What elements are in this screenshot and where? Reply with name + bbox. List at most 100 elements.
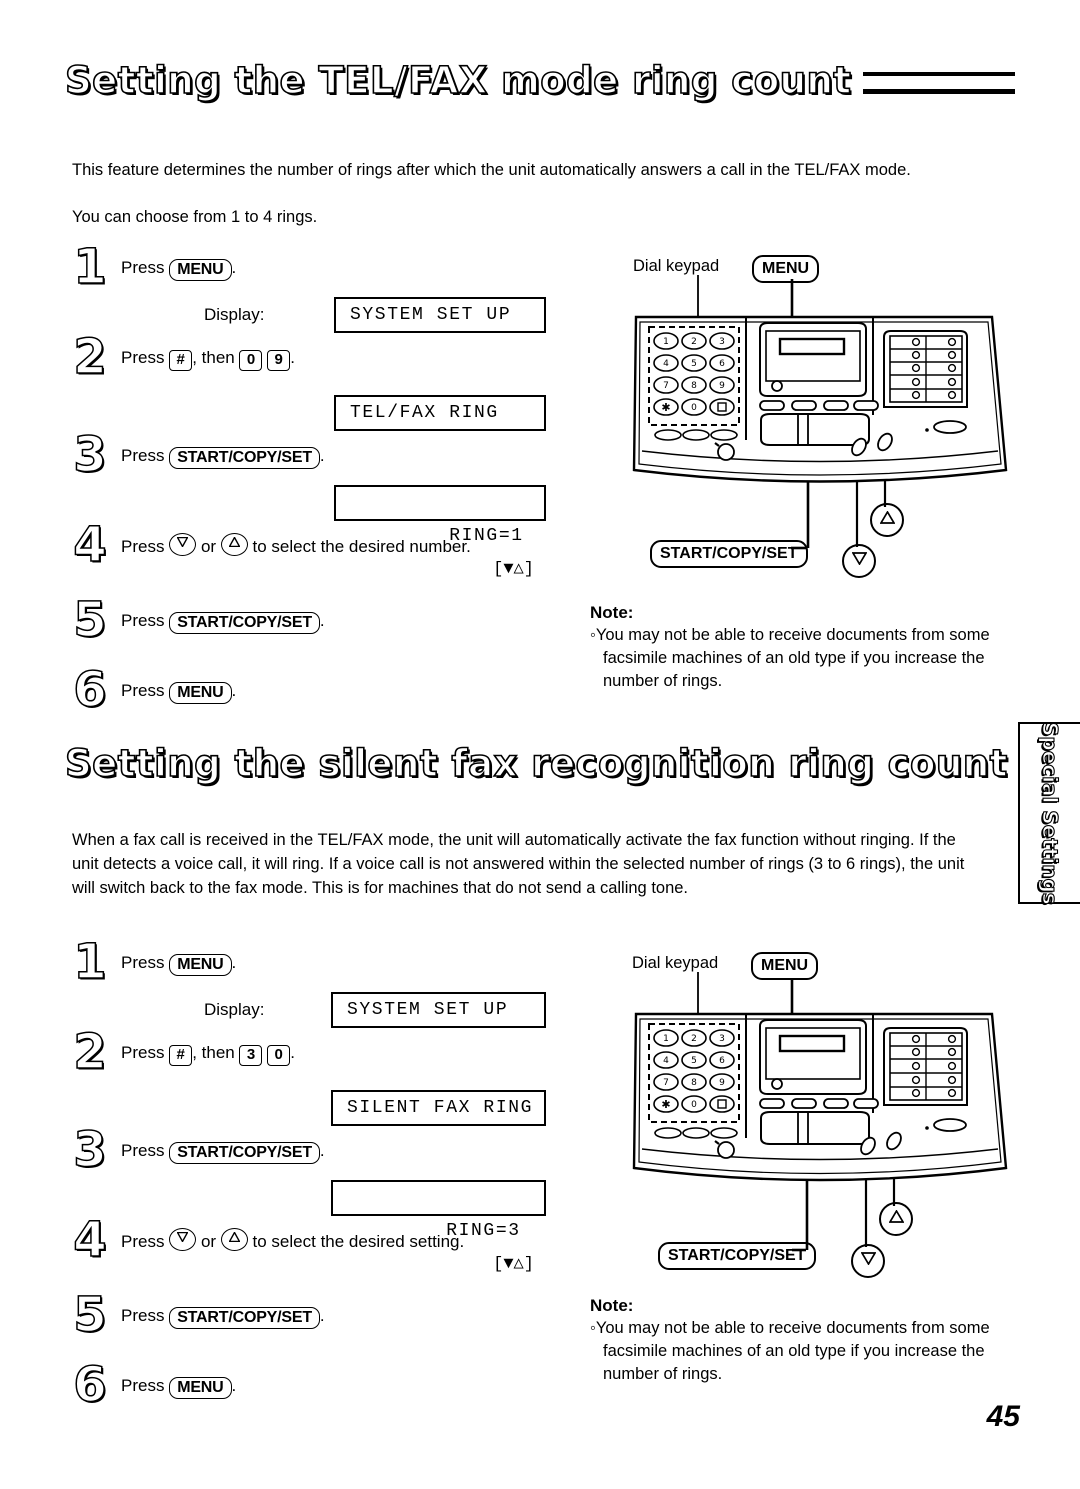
note-body: ◦You may not be able to receive document… bbox=[590, 626, 990, 690]
step-number: 2 bbox=[73, 1024, 108, 1080]
step-instruction: to select the desired setting. bbox=[252, 1232, 465, 1251]
step-number: 4 bbox=[73, 1212, 108, 1268]
side-tab-label: Special Settings bbox=[1037, 721, 1062, 905]
step-text: Press MENU. bbox=[121, 678, 606, 704]
press-word: Press bbox=[121, 537, 165, 556]
step-text: Press START/COPY/SET. bbox=[121, 443, 606, 469]
section-2-intro: When a fax call is received in the TEL/F… bbox=[72, 831, 965, 897]
step-text: Press #, then 0 9. bbox=[121, 345, 606, 371]
press-word: Press bbox=[121, 446, 165, 465]
step-number: 1 bbox=[73, 934, 108, 990]
menu-button[interactable]: MENU bbox=[169, 259, 232, 281]
step-2: 2 Press #, then 3 0. bbox=[66, 1027, 606, 1090]
section-2-heading: Setting the silent fax recognition ring … bbox=[64, 742, 1015, 785]
press-word: Press bbox=[121, 953, 165, 972]
note-block-2: Note: ◦You may not be able to receive do… bbox=[590, 1295, 990, 1386]
step-number: 2 bbox=[73, 329, 108, 385]
svg-text:8: 8 bbox=[691, 381, 697, 391]
or-word: or bbox=[200, 537, 217, 556]
fax-machine-diagram-1: Dial keypad MENU START/COPY/SET 1 2 3 4 … bbox=[620, 255, 1020, 578]
step-3: 3 Press START/COPY/SET. bbox=[66, 1125, 606, 1180]
display-row-2: SILENT FAX RING bbox=[66, 1090, 606, 1138]
display-label: Display: bbox=[204, 305, 265, 324]
lcd-display-2: TEL/FAX RING bbox=[334, 395, 546, 431]
step-text: Press MENU. bbox=[121, 1373, 606, 1399]
step-number: 6 bbox=[73, 662, 108, 718]
or-word: or bbox=[200, 1232, 217, 1251]
start-copy-set-button[interactable]: START/COPY/SET bbox=[169, 447, 320, 469]
svg-text:5: 5 bbox=[691, 359, 697, 369]
step-instruction: to select the desired number. bbox=[252, 537, 471, 556]
svg-text:3: 3 bbox=[719, 1034, 725, 1044]
step-text: Press MENU. bbox=[121, 950, 606, 976]
side-tab-special-settings: Special Settings bbox=[1018, 721, 1080, 905]
down-arrow-key[interactable] bbox=[169, 1228, 197, 1251]
step-text: Press or to select the desired number. bbox=[121, 533, 606, 560]
step-tail: . bbox=[319, 1141, 325, 1160]
hash-key[interactable]: # bbox=[169, 350, 193, 371]
svg-text:✱: ✱ bbox=[661, 1098, 670, 1111]
svg-text:7: 7 bbox=[663, 381, 669, 391]
page-number: 45 bbox=[986, 1400, 1020, 1433]
step-tail: . bbox=[319, 611, 325, 630]
digit-key-2[interactable]: 9 bbox=[267, 350, 291, 371]
svg-text:0: 0 bbox=[691, 1100, 697, 1110]
menu-button[interactable]: MENU bbox=[169, 1377, 232, 1399]
section-1-heading: Setting the TEL/FAX mode ring count bbox=[64, 61, 1015, 100]
step-3: 3 Press START/COPY/SET. bbox=[66, 430, 606, 485]
svg-text:6: 6 bbox=[719, 1056, 725, 1066]
digit-key-2[interactable]: 0 bbox=[267, 1045, 291, 1066]
svg-text:0: 0 bbox=[691, 403, 697, 413]
press-word: Press bbox=[121, 1306, 165, 1325]
digit-key-1[interactable]: 3 bbox=[239, 1045, 263, 1066]
hash-key[interactable]: # bbox=[169, 1045, 193, 1066]
step-6: 6 Press MENU. bbox=[66, 665, 606, 728]
step-text: Press or to select the desired setting. bbox=[121, 1228, 606, 1255]
digit-key-1[interactable]: 0 bbox=[239, 350, 263, 371]
up-arrow-key[interactable] bbox=[220, 1228, 248, 1251]
display-row-1: Display: SYSTEM SET UP bbox=[66, 992, 606, 1040]
svg-text:4: 4 bbox=[663, 359, 669, 369]
svg-text:3: 3 bbox=[719, 337, 725, 347]
section-2-steps: 1 Press MENU. Display: SYSTEM SET UP 2 P… bbox=[66, 937, 606, 1423]
start-copy-set-button[interactable]: START/COPY/SET bbox=[169, 612, 320, 634]
step-1: 1 Press MENU. bbox=[66, 242, 606, 297]
press-word: Press bbox=[121, 1376, 165, 1395]
svg-text:5: 5 bbox=[691, 1056, 697, 1066]
press-word: Press bbox=[121, 348, 165, 367]
fax-unit-drawing: 1 2 3 4 5 6 7 8 9 ✱ 0 bbox=[632, 972, 1008, 1252]
section-2-title: Setting the silent fax recognition ring … bbox=[64, 742, 1008, 785]
step-text: Press START/COPY/SET. bbox=[121, 608, 606, 634]
svg-text:9: 9 bbox=[719, 381, 725, 391]
start-copy-set-button[interactable]: START/COPY/SET bbox=[169, 1307, 320, 1329]
press-word: Press bbox=[121, 1043, 165, 1062]
lcd-display-2: SILENT FAX RING bbox=[331, 1090, 546, 1126]
press-word: Press bbox=[121, 258, 165, 277]
svg-text:8: 8 bbox=[691, 1078, 697, 1088]
start-copy-set-button[interactable]: START/COPY/SET bbox=[169, 1142, 320, 1164]
step-4: 4 Press or to select the desired setting… bbox=[66, 1215, 606, 1303]
step-tail: . bbox=[231, 1376, 237, 1395]
lcd-display-3: RING=1 [▼△] bbox=[334, 485, 546, 579]
press-word: Press bbox=[121, 681, 165, 700]
svg-text:9: 9 bbox=[719, 1078, 725, 1088]
svg-text:2: 2 bbox=[691, 1034, 697, 1044]
step-number: 1 bbox=[73, 239, 108, 295]
display-label: Display: bbox=[204, 1000, 265, 1019]
press-word: Press bbox=[121, 1141, 165, 1160]
then-word: , then bbox=[192, 1043, 235, 1062]
step-2: 2 Press #, then 0 9. bbox=[66, 332, 606, 395]
note-block-1: Note: ◦You may not be able to receive do… bbox=[590, 602, 990, 693]
svg-text:4: 4 bbox=[663, 1056, 669, 1066]
press-word: Press bbox=[121, 1232, 165, 1251]
up-arrow-key[interactable] bbox=[220, 533, 248, 556]
lcd-display-1: SYSTEM SET UP bbox=[334, 297, 546, 333]
svg-text:7: 7 bbox=[663, 1078, 669, 1088]
fax-unit-drawing: 1 2 3 4 5 6 7 8 9 ✱ 0 bbox=[632, 275, 1008, 550]
down-arrow-key[interactable] bbox=[169, 533, 197, 556]
step-text: Press START/COPY/SET. bbox=[121, 1303, 606, 1329]
menu-button[interactable]: MENU bbox=[169, 682, 232, 704]
step-tail: . bbox=[231, 681, 237, 700]
step-text: Press MENU. bbox=[121, 255, 606, 281]
menu-button[interactable]: MENU bbox=[169, 954, 232, 976]
